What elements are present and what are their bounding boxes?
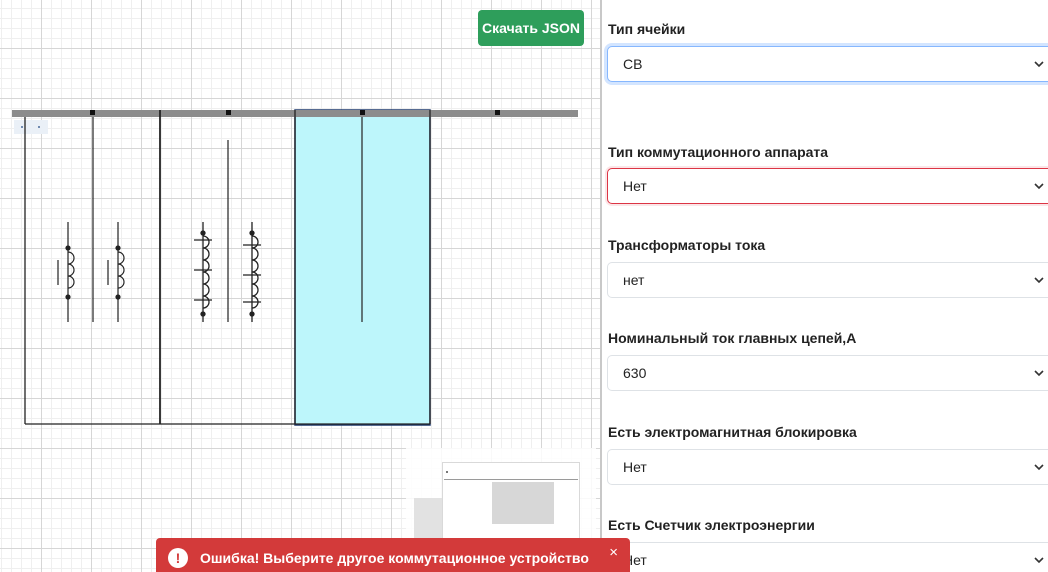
rated-current-select[interactable]: 630 (607, 355, 1048, 391)
error-toast: ! Ошибка! Выберите другое коммутационное… (156, 538, 630, 572)
current-transformers-value: нет (623, 272, 645, 288)
em-interlock-label: Есть электромагнитная блокировка (608, 424, 857, 440)
download-json-button[interactable]: Скачать JSON (478, 10, 584, 46)
switching-device-select[interactable]: Нет (607, 168, 1048, 204)
chevron-down-icon (1034, 557, 1044, 564)
cell-type-value: СВ (623, 56, 643, 72)
rated-current-value: 630 (623, 365, 647, 381)
em-interlock-select[interactable]: Нет (607, 449, 1048, 485)
energy-meter-label: Есть Счетчик электроэнергии (608, 517, 815, 533)
app-window: Скачать JSON Тип ячейки СВ Тип коммутаци… (0, 0, 1048, 572)
chevron-down-icon (1034, 183, 1044, 190)
chevron-down-icon (1034, 61, 1044, 68)
coil-icon (107, 222, 125, 322)
error-message: Ошибка! Выберите другое коммутационное у… (200, 550, 589, 566)
em-interlock-value: Нет (623, 459, 647, 475)
rated-current-label: Номинальный ток главных цепей,А (608, 330, 857, 346)
switching-device-value: Нет (623, 178, 647, 194)
coil-icon (243, 222, 261, 322)
cell-type-label: Тип ячейки (608, 21, 686, 37)
chevron-down-icon (1034, 464, 1044, 471)
error-icon: ! (168, 548, 188, 568)
chevron-down-icon (1034, 277, 1044, 284)
energy-meter-select[interactable]: Нет (607, 542, 1048, 572)
switching-device-label: Тип коммутационного аппарата (608, 144, 829, 160)
diagram-canvas[interactable]: Скачать JSON (0, 0, 600, 572)
chevron-down-icon (1034, 370, 1044, 377)
minimap-overlay (492, 482, 554, 524)
minimap-marker (446, 471, 448, 473)
cell-tag (14, 120, 48, 134)
properties-panel: Тип ячейки СВ Тип коммутационного аппара… (602, 0, 1048, 572)
current-transformers-select[interactable]: нет (607, 262, 1048, 298)
close-icon[interactable]: × (609, 544, 618, 561)
cell-type-select[interactable]: СВ (607, 46, 1048, 82)
coil-icon (194, 222, 212, 322)
minimap-busbar (444, 479, 578, 480)
current-transformers-label: Трансформаторы тока (608, 237, 766, 253)
coil-icon (57, 222, 75, 322)
